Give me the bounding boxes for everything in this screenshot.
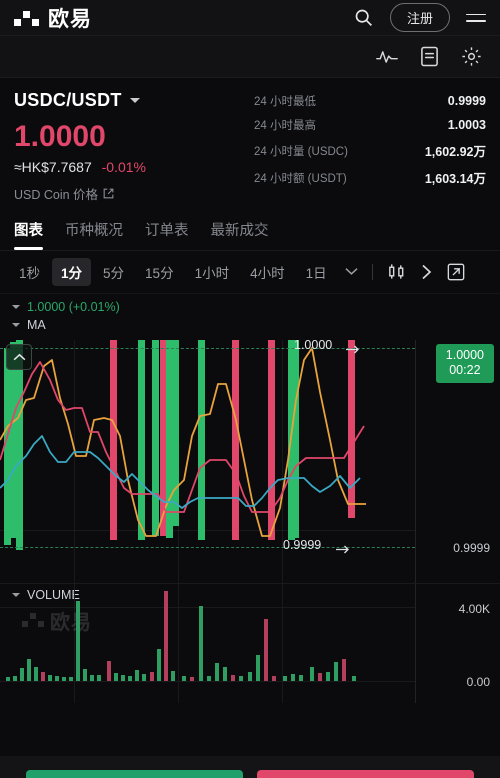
candlestick-type-icon[interactable] xyxy=(381,261,412,283)
ticker-price-block: USDC/USDT 1.0000 ≈HK$7.7687 -0.01% USD C… xyxy=(14,90,254,203)
timeframe-15m[interactable]: 15分 xyxy=(136,258,183,286)
countdown-value: 00:22 xyxy=(449,363,481,378)
stat-value: 1,603.14万 xyxy=(424,172,486,186)
annotation-low: 0.9999 xyxy=(283,537,322,552)
stat-row: 24 小时额 (USDT) 1,603.14万 xyxy=(254,168,486,187)
tab-recent-trades[interactable]: 最新成交 xyxy=(211,219,269,250)
pair-label: USDC/USDT xyxy=(14,90,122,110)
tab-coin-overview[interactable]: 币种概况 xyxy=(65,219,123,250)
order-list-icon[interactable] xyxy=(420,46,439,67)
fiat-price: ≈HK$7.7687 xyxy=(14,158,92,175)
price-plot-area[interactable]: 1.0000 0.9999 1.0000 00:22 0.9999 xyxy=(0,337,500,583)
coin-info-link[interactable]: USD Coin 价格 xyxy=(14,184,254,203)
live-price-value: 1.0000 xyxy=(445,347,484,362)
stat-row: 24 小时最高 1.0003 xyxy=(254,117,486,133)
chart-legend-ma: MA xyxy=(27,317,46,332)
chart-legend-price-row[interactable]: 1.0000 (+0.01%) xyxy=(12,298,488,316)
volume-bars xyxy=(6,590,356,681)
arrow-right-icon xyxy=(346,345,359,353)
timeframe-bar: 1秒 1分 5分 15分 1小时 4小时 1日 xyxy=(0,251,500,293)
fiat-and-change: ≈HK$7.7687 -0.01% xyxy=(14,159,254,175)
chart-legend-price: 1.0000 (+0.01%) xyxy=(27,299,120,314)
timeframe-1m[interactable]: 1分 xyxy=(52,257,92,286)
header-actions: 注册 xyxy=(353,3,486,32)
chevron-down-icon xyxy=(12,304,20,309)
stat-label: 24 小时量 (USDC) xyxy=(254,145,348,158)
stat-label: 24 小时最低 xyxy=(254,96,316,108)
stat-row: 24 小时最低 0.9999 xyxy=(254,93,486,109)
volume-axis[interactable]: 4.00K 0.00 xyxy=(415,583,500,703)
chart-legend-ma-row[interactable]: MA xyxy=(12,316,488,334)
app-header: 欧易 注册 xyxy=(0,0,500,36)
change-percent: -0.01% xyxy=(101,158,146,175)
toolbar-divider xyxy=(371,263,373,280)
chevron-down-icon[interactable] xyxy=(339,265,364,278)
section-tabs: 图表 币种概况 订单表 最新成交 xyxy=(0,213,500,251)
arrow-right-icon xyxy=(336,545,349,553)
search-icon[interactable] xyxy=(353,7,374,28)
volume-panel[interactable]: VOLUME 欧易 4.00K 0.00 xyxy=(0,582,500,703)
bottom-action-bar xyxy=(0,756,500,778)
external-link-icon xyxy=(103,188,114,198)
stat-value: 1,602.92万 xyxy=(424,145,486,159)
chevron-down-icon xyxy=(12,322,20,327)
timeframe-1s[interactable]: 1秒 xyxy=(10,258,49,286)
fullscreen-icon[interactable] xyxy=(441,261,471,283)
sell-button[interactable] xyxy=(257,770,474,778)
collapse-chart-button[interactable] xyxy=(6,343,32,370)
pair-selector[interactable]: USDC/USDT xyxy=(14,90,254,111)
ticker-section: USDC/USDT 1.0000 ≈HK$7.7687 -0.01% USD C… xyxy=(0,78,500,213)
stat-value: 1.0003 xyxy=(447,118,486,132)
tab-chart[interactable]: 图表 xyxy=(14,219,43,250)
volume-axis-label-top: 4.00K xyxy=(458,601,490,616)
tab-orderbook[interactable]: 订单表 xyxy=(145,219,189,250)
timeframe-1h[interactable]: 1小时 xyxy=(186,258,239,286)
timeframe-4h[interactable]: 4小时 xyxy=(241,258,294,286)
brand-name: 欧易 xyxy=(48,7,92,31)
hamburger-icon[interactable] xyxy=(466,13,486,22)
stat-label: 24 小时最高 xyxy=(254,120,316,132)
brand-logo[interactable]: 欧易 xyxy=(14,3,92,33)
stat-value: 0.9999 xyxy=(447,94,486,108)
live-price-badge: 1.0000 00:22 xyxy=(435,343,494,383)
coin-name-label: USD Coin 价格 xyxy=(14,187,99,202)
timeframe-5m[interactable]: 5分 xyxy=(94,258,133,286)
okx-logo-icon xyxy=(14,10,40,26)
last-price: 1.0000 xyxy=(14,120,106,153)
chevron-right-icon[interactable] xyxy=(415,262,438,282)
chevron-up-icon xyxy=(13,353,25,360)
low-reference-line xyxy=(0,546,415,548)
price-chart-panel[interactable]: 1.0000 (+0.01%) MA 1.0000 0.9999 1.0000 … xyxy=(0,292,500,583)
buy-button[interactable] xyxy=(26,770,243,778)
pulse-chart-icon[interactable] xyxy=(376,47,398,67)
price-axis-label-low: 0.9999 xyxy=(453,540,490,555)
chevron-down-icon xyxy=(129,98,140,103)
gear-icon[interactable] xyxy=(461,46,482,67)
register-button[interactable]: 注册 xyxy=(389,3,450,32)
trading-app-screen: 欧易 注册 USDC/USDT 1.0000 ≈HK$7.7687 -0.01%… xyxy=(0,0,500,778)
timeframe-1d[interactable]: 1日 xyxy=(297,258,336,286)
market-stats-list: 24 小时最低 0.9999 24 小时最高 1.0003 24 小时量 (US… xyxy=(254,90,486,203)
volume-axis-label-bottom: 0.00 xyxy=(466,674,490,689)
chart-legend: 1.0000 (+0.01%) MA xyxy=(0,294,500,334)
annotation-high: 1.0000 xyxy=(294,337,333,352)
stat-row: 24 小时量 (USDC) 1,602.92万 xyxy=(254,141,486,160)
stat-label: 24 小时额 (USDT) xyxy=(254,172,347,185)
price-axis[interactable]: 1.0000 00:22 0.9999 xyxy=(415,339,500,583)
chart-tools-row xyxy=(0,36,500,78)
